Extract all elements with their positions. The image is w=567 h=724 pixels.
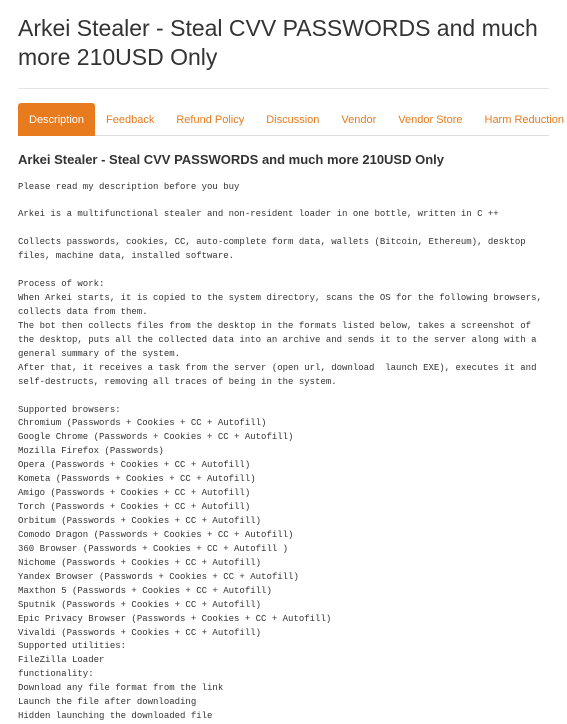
divider bbox=[18, 88, 549, 89]
content-heading: Arkei Stealer - Steal CVV PASSWORDS and … bbox=[18, 152, 549, 167]
tab-discussion[interactable]: Discussion bbox=[255, 103, 330, 136]
tab-harm-reduction-reviews[interactable]: Harm Reduction Reviews bbox=[474, 103, 567, 136]
page-title: Arkei Stealer - Steal CVV PASSWORDS and … bbox=[18, 14, 549, 72]
tab-vendor[interactable]: Vendor bbox=[330, 103, 387, 136]
tab-feedback[interactable]: Feedback bbox=[95, 103, 165, 136]
tab-refund-policy[interactable]: Refund Policy bbox=[165, 103, 255, 136]
content-body: Please read my description before you bu… bbox=[18, 181, 549, 724]
tab-content: Arkei Stealer - Steal CVV PASSWORDS and … bbox=[18, 136, 549, 724]
tabs-bar: Description Feedback Refund Policy Discu… bbox=[18, 103, 549, 136]
tab-vendor-store[interactable]: Vendor Store bbox=[387, 103, 473, 136]
tab-description[interactable]: Description bbox=[18, 103, 95, 136]
